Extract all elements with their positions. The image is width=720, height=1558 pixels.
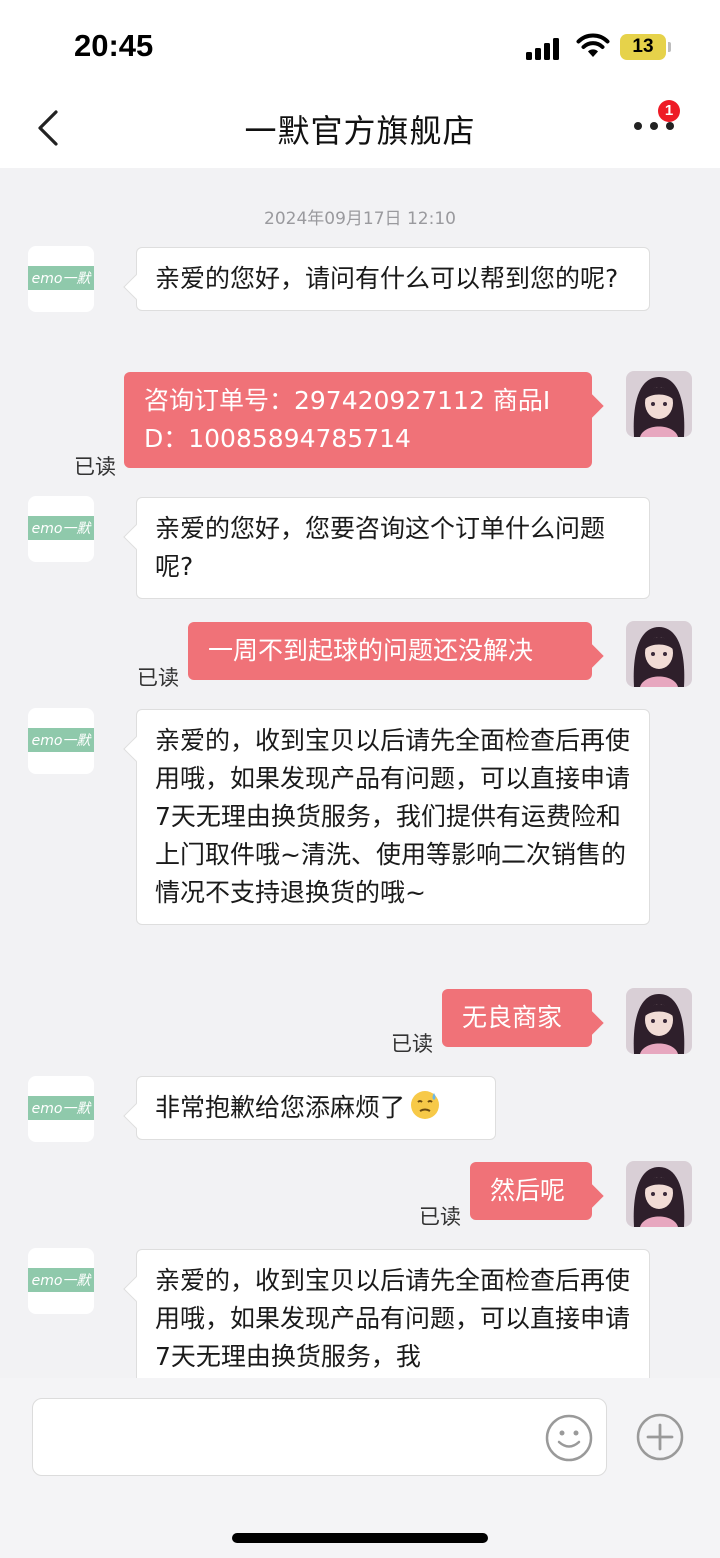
user-message-bubble[interactable]: 一周不到起球的问题还没解决 [188,622,604,680]
shop-avatar[interactable]: emo一默 [28,1076,94,1142]
shop-avatar[interactable]: emo一默 [28,708,94,774]
chat-messages[interactable]: 2024年09月17日 12:10 emo一默 亲爱的您好，请问有什么可以帮到您… [0,168,720,1378]
input-bar [0,1378,720,1558]
shop-message-bubble[interactable]: 非常抱歉给您添麻烦了 [123,1076,496,1140]
bubble-tail [123,736,149,762]
user-avatar-image [626,621,692,687]
message-text: 一周不到起球的问题还没解决 [208,636,534,665]
bubble-tail [578,643,604,669]
user-avatar[interactable] [626,988,692,1054]
notification-badge: 1 [658,100,680,122]
bubble-tail [123,274,149,300]
bubble-tail [123,1276,149,1302]
bubble-tail [123,524,149,550]
home-indicator[interactable] [232,1533,488,1543]
message-input[interactable] [32,1398,607,1476]
shop-logo: emo一默 [28,1268,94,1292]
shop-logo-text: emo一默 [32,1273,93,1289]
user-message-bubble[interactable]: 咨询订单号：297420927112 商品ID：10085894785714 [124,372,604,468]
user-avatar[interactable] [626,621,692,687]
read-status: 已读 [137,666,179,690]
message-text: 非常抱歉给您添麻烦了 [155,1093,406,1122]
plus-icon[interactable] [635,1412,685,1462]
message-text: 然后呢 [490,1176,566,1205]
bubble-tail [123,1103,149,1129]
shop-logo-text: emo一默 [32,733,93,749]
shop-logo: emo一默 [28,266,94,290]
shop-avatar[interactable]: emo一默 [28,496,94,562]
shop-message-bubble[interactable]: 亲爱的您好，请问有什么可以帮到您的呢? [123,247,650,311]
message-text: 亲爱的您好，请问有什么可以帮到您的呢? [155,264,619,293]
battery-nub [668,42,671,52]
message-text: 亲爱的您好，您要咨询这个订单什么问题呢? [155,514,606,581]
shop-message-bubble[interactable]: 亲爱的您好，您要咨询这个订单什么问题呢? [123,497,650,599]
bubble-tail [578,393,604,419]
signal-icon [526,38,559,60]
message-text: 亲爱的，收到宝贝以后请先全面检查后再使用哦，如果发现产品有问题，可以直接申请7天… [155,1266,631,1371]
bubble-tail [578,1183,604,1209]
message-content: 非常抱歉给您添麻烦了 [155,1089,477,1127]
page-title: 一默官方旗舰店 [244,112,476,150]
user-avatar-image [626,988,692,1054]
sweat-emoji-icon [411,1091,440,1119]
shop-logo-text: emo一默 [32,271,93,287]
user-message-bubble[interactable]: 无良商家 [442,989,604,1047]
shop-logo: emo一默 [28,1096,94,1120]
shop-logo-text: emo一默 [32,521,93,537]
user-avatar-image [626,371,692,437]
message-text: 亲爱的，收到宝贝以后请先全面检查后再使用哦，如果发现产品有问题，可以直接申请7天… [155,726,631,907]
shop-logo: emo一默 [28,516,94,540]
chat-header: 一默官方旗舰店 1 [0,90,720,168]
shop-avatar[interactable]: emo一默 [28,1248,94,1314]
user-avatar-image [626,1161,692,1227]
status-bar: 20:45 13 [0,0,720,90]
message-text: 无良商家 [462,1003,563,1032]
shop-logo: emo一默 [28,728,94,752]
message-timestamp: 2024年09月17日 12:10 [264,209,456,229]
shop-logo-text: emo一默 [32,1101,93,1117]
read-status: 已读 [419,1205,461,1229]
message-text: 咨询订单号：297420927112 商品ID：10085894785714 [144,386,551,453]
shop-message-bubble[interactable]: 亲爱的，收到宝贝以后请先全面检查后再使用哦，如果发现产品有问题，可以直接申请7天… [123,1249,650,1378]
user-avatar[interactable] [626,1161,692,1227]
bubble-tail [578,1010,604,1036]
wifi-icon [576,33,610,57]
smile-icon[interactable] [544,1413,594,1463]
read-status: 已读 [74,455,116,479]
read-status: 已读 [391,1032,433,1056]
battery-icon: 13 [620,34,666,60]
user-avatar[interactable] [626,371,692,437]
status-time: 20:45 [74,28,154,63]
shop-message-bubble[interactable]: 亲爱的，收到宝贝以后请先全面检查后再使用哦，如果发现产品有问题，可以直接申请7天… [123,709,650,925]
shop-avatar[interactable]: emo一默 [28,246,94,312]
user-message-bubble[interactable]: 然后呢 [470,1162,604,1220]
